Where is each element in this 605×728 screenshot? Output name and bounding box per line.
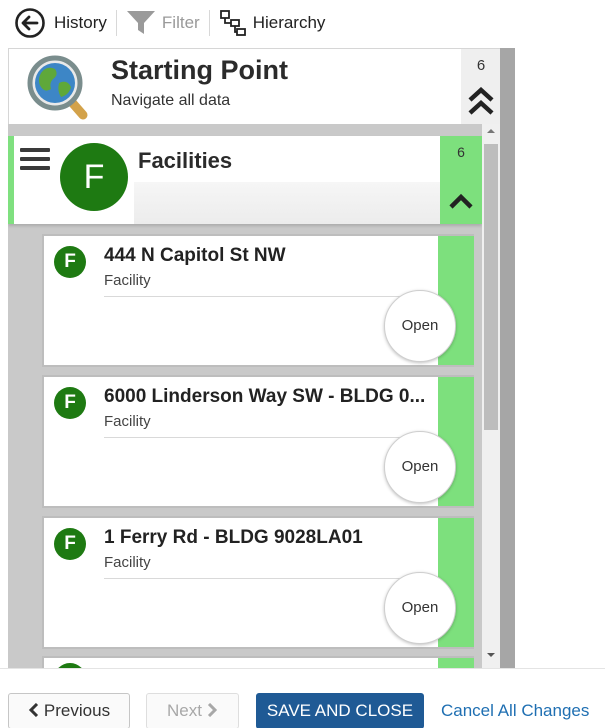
next-label: Next bbox=[167, 701, 202, 720]
hamburger-menu-icon[interactable] bbox=[20, 148, 50, 174]
item-title: 444 N Capitol St NW bbox=[104, 245, 286, 266]
open-button[interactable]: Open bbox=[384, 290, 456, 362]
scroll-down-arrow-icon[interactable] bbox=[482, 648, 500, 662]
list-item-partial[interactable] bbox=[42, 656, 474, 668]
scroll-up-arrow-icon[interactable] bbox=[482, 124, 500, 138]
filter-button[interactable]: Filter bbox=[126, 8, 200, 38]
item-badge: F bbox=[54, 528, 86, 560]
open-button[interactable]: Open bbox=[384, 431, 456, 503]
chevron-up-icon[interactable] bbox=[448, 192, 474, 212]
cancel-all-changes-link[interactable]: Cancel All Changes bbox=[441, 701, 589, 721]
history-label: History bbox=[54, 13, 107, 32]
history-button[interactable]: History bbox=[14, 8, 107, 38]
item-divider bbox=[104, 296, 424, 297]
previous-button[interactable]: Previous bbox=[8, 693, 130, 728]
group-header-facilities[interactable]: F Facilities 6 bbox=[8, 136, 482, 224]
item-badge: F bbox=[54, 387, 86, 419]
group-header-band bbox=[134, 182, 440, 224]
item-divider bbox=[104, 437, 424, 438]
group-count: 6 bbox=[457, 144, 465, 160]
starting-point-side: 6 bbox=[461, 49, 501, 125]
hierarchy-icon bbox=[219, 10, 246, 36]
toolbar-divider bbox=[208, 10, 210, 36]
toolbar: History Filter Hierarchy bbox=[0, 0, 605, 46]
right-gutter bbox=[500, 48, 515, 668]
group-badge: F bbox=[60, 143, 128, 211]
item-divider bbox=[104, 578, 424, 579]
item-type: Facility bbox=[104, 554, 151, 571]
previous-label: Previous bbox=[43, 701, 111, 720]
toolbar-divider bbox=[115, 10, 117, 36]
item-title: 1 Ferry Rd - BLDG 9028LA01 bbox=[104, 527, 363, 548]
starting-point-title: Starting Point bbox=[111, 55, 288, 85]
results-panel: F Facilities 6 F 444 N Capitol St NW Fac… bbox=[8, 124, 500, 668]
next-button[interactable]: Next bbox=[146, 693, 239, 728]
filter-label: Filter bbox=[161, 13, 200, 32]
funnel-icon bbox=[126, 11, 155, 34]
open-button[interactable]: Open bbox=[384, 572, 456, 644]
item-title: 6000 Linderson Way SW - BLDG 0... bbox=[104, 386, 426, 407]
back-arrow-circle-icon bbox=[15, 8, 45, 38]
chevron-right-icon bbox=[207, 702, 218, 718]
double-chevron-up-icon[interactable] bbox=[468, 87, 494, 117]
scrollbar-thumb[interactable] bbox=[484, 144, 498, 430]
vertical-scrollbar[interactable] bbox=[482, 124, 500, 668]
footer-bar: Previous Next SAVE AND CLOSE Cancel All … bbox=[0, 668, 605, 728]
group-title: Facilities bbox=[138, 148, 233, 173]
globe-search-icon bbox=[27, 55, 88, 120]
chevron-left-icon bbox=[28, 702, 38, 718]
starting-point-header[interactable]: Starting Point Navigate all data 6 bbox=[8, 48, 501, 125]
group-side-strip: 6 bbox=[440, 136, 482, 224]
hierarchy-button[interactable]: Hierarchy bbox=[219, 8, 326, 38]
list-item[interactable]: F 444 N Capitol St NW Facility Open bbox=[42, 234, 474, 367]
item-type: Facility bbox=[104, 413, 151, 430]
starting-point-count: 6 bbox=[476, 57, 486, 74]
item-side-strip bbox=[438, 658, 474, 668]
item-badge: F bbox=[54, 246, 86, 278]
save-and-close-button[interactable]: SAVE AND CLOSE bbox=[256, 693, 424, 728]
list-item[interactable]: F 1 Ferry Rd - BLDG 9028LA01 Facility Op… bbox=[42, 516, 474, 649]
hierarchy-label: Hierarchy bbox=[252, 13, 326, 32]
item-type: Facility bbox=[104, 272, 151, 289]
starting-point-subtitle: Navigate all data bbox=[111, 92, 231, 109]
list-item[interactable]: F 6000 Linderson Way SW - BLDG 0... Faci… bbox=[42, 375, 474, 508]
